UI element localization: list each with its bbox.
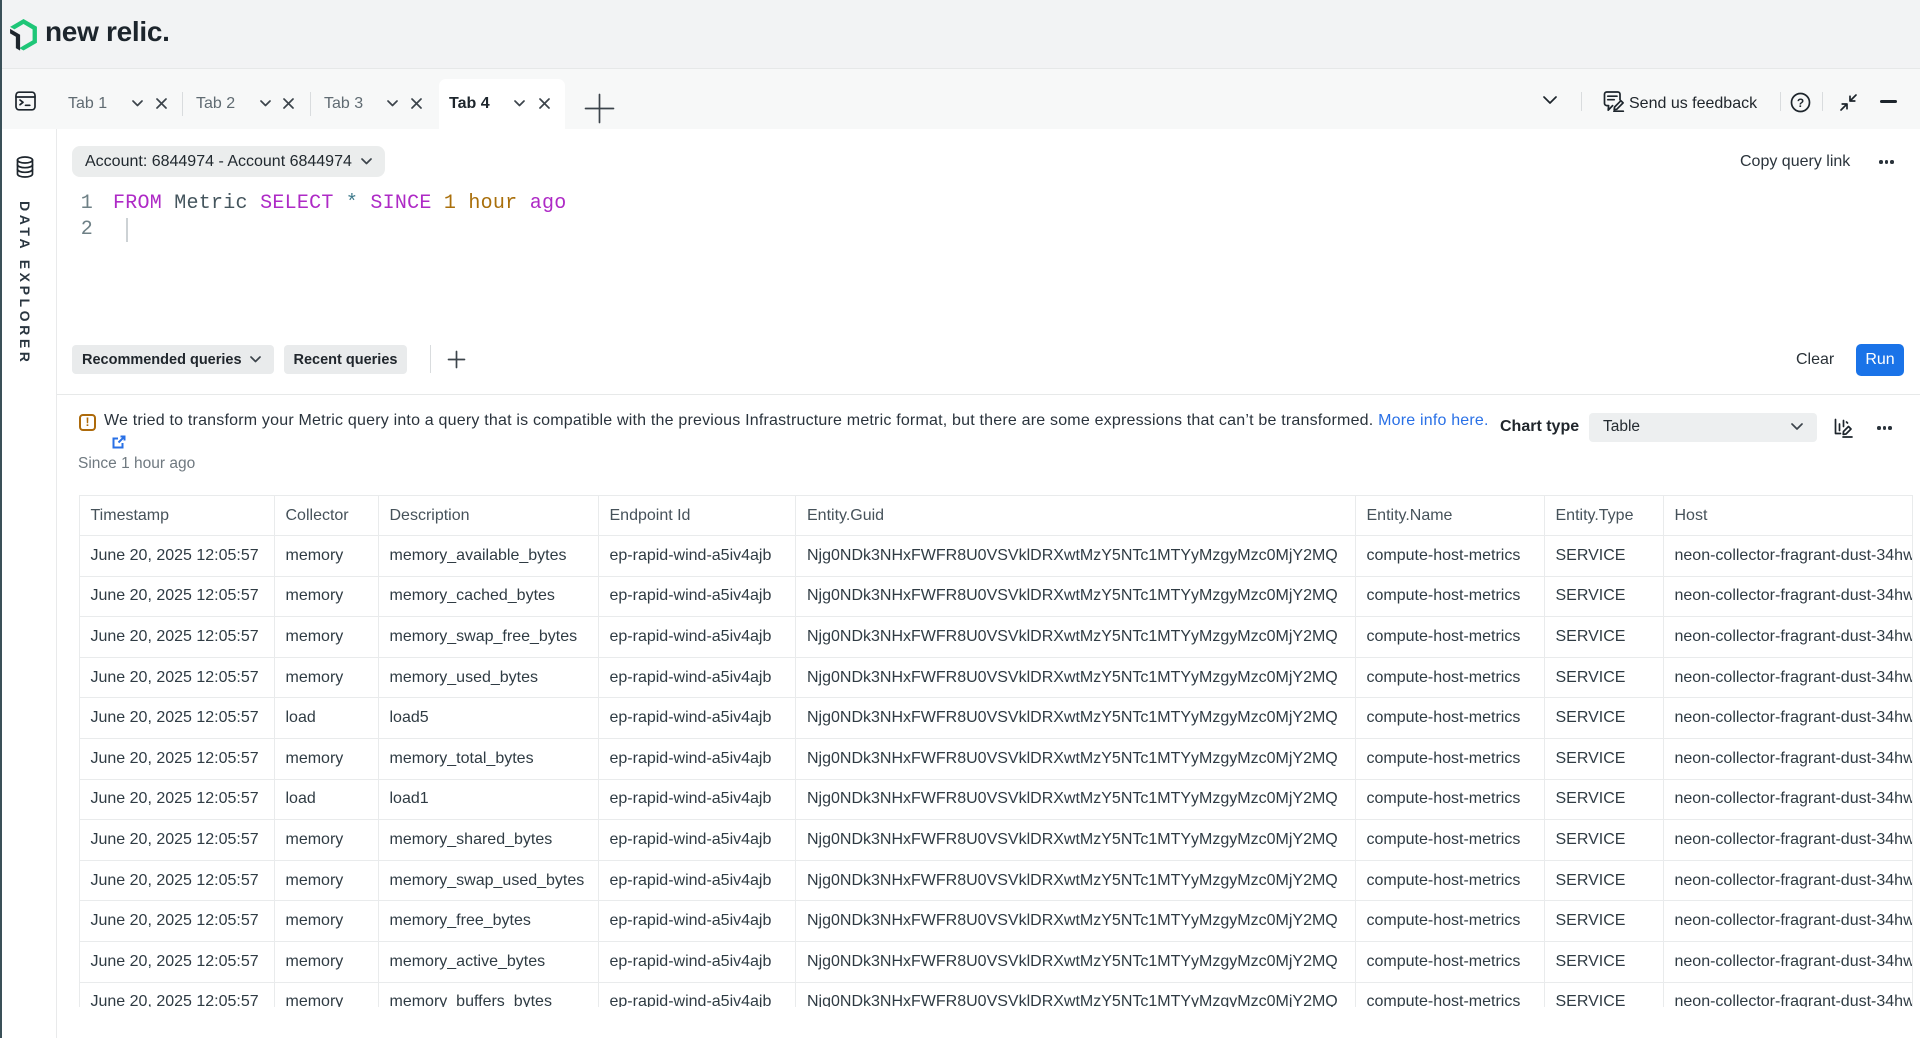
svg-text:?: ? (1797, 96, 1804, 110)
